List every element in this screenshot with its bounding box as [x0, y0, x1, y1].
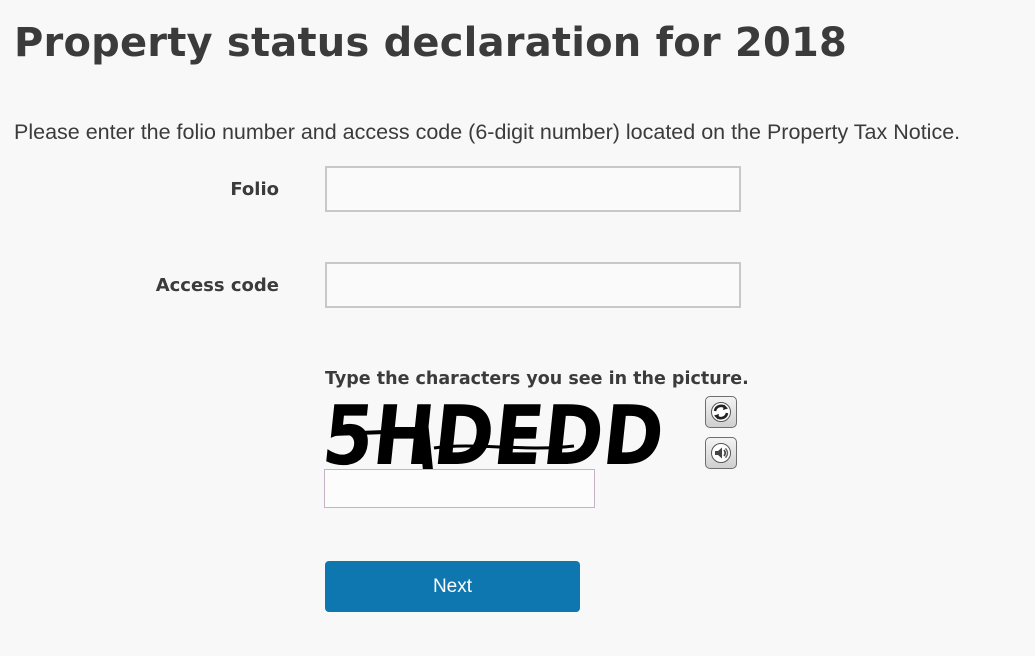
folio-input[interactable]: [325, 166, 741, 212]
refresh-icon: [711, 402, 731, 422]
page-title: Property status declaration for 2018: [14, 20, 848, 66]
access-code-label: Access code: [155, 275, 279, 296]
captcha-refresh-button[interactable]: [705, 396, 737, 428]
captcha-prompt: Type the characters you see in the pictu…: [325, 369, 749, 389]
access-code-input[interactable]: [325, 262, 741, 308]
captcha-audio-button[interactable]: [705, 437, 737, 469]
captcha-text: 5HDEDD: [324, 392, 668, 472]
instructions-text: Please enter the folio number and access…: [14, 120, 961, 144]
next-button[interactable]: Next: [325, 561, 580, 612]
captcha-image: 5HDEDD: [324, 392, 668, 472]
speaker-icon: [711, 443, 731, 463]
folio-label: Folio: [230, 179, 279, 200]
captcha-input[interactable]: [324, 469, 595, 508]
